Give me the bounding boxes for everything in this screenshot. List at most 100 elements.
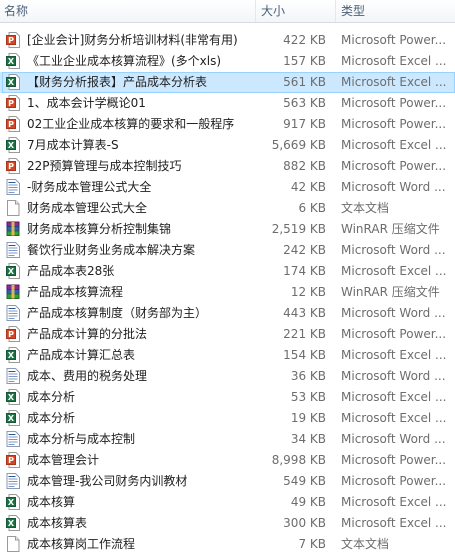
- file-size: 174 KB: [283, 264, 326, 278]
- file-name: 《工业企业成本核算流程》(多个xls): [27, 54, 222, 68]
- file-size: 19 KB: [290, 411, 326, 425]
- file-row[interactable]: P 1、成本会计学概论01 563 KB Microsoft Power...: [0, 93, 455, 114]
- file-row[interactable]: X 《工业企业成本核算流程》(多个xls) 157 KB Microsoft Exce…: [0, 51, 455, 72]
- powerpoint-file-icon: P: [6, 158, 20, 174]
- file-row[interactable]: P 成本管理会计 8,998 KB Microsoft Power...: [0, 450, 455, 471]
- winrar-archive-icon: [6, 221, 20, 237]
- file-size: 300 KB: [283, 516, 326, 530]
- file-size: 34 KB: [290, 432, 326, 446]
- svg-text:X: X: [8, 351, 15, 360]
- file-name: 1、成本会计学概论01: [27, 96, 146, 110]
- file-row[interactable]: 财务成本管理公式大全 6 KB 文本文档: [0, 198, 455, 219]
- file-type: Microsoft Excel ...: [341, 411, 447, 425]
- file-name: 成本、费用的税务处理: [27, 369, 148, 383]
- excel-file-icon: X: [6, 389, 20, 405]
- file-size: 561 KB: [283, 75, 326, 89]
- file-type: Microsoft Power...: [341, 474, 447, 488]
- file-type: Microsoft Word ...: [341, 243, 446, 257]
- file-name: 成本分析: [27, 411, 76, 425]
- word-file-icon: [6, 473, 20, 489]
- column-header-size[interactable]: 大小: [261, 3, 285, 19]
- word-file-icon: [6, 242, 20, 258]
- file-row[interactable]: 餐饮行业财务业务成本解决方案 242 KB Microsoft Word ...: [0, 240, 455, 261]
- file-type: Microsoft Excel ...: [341, 138, 447, 152]
- file-name: 产品成本计算汇总表: [27, 348, 136, 362]
- file-name: [企业会计]财务分析培训材料(非常有用): [27, 33, 238, 47]
- file-name: 财务成本管理公式大全: [27, 201, 148, 215]
- file-type: Microsoft Excel ...: [341, 390, 447, 404]
- svg-text:P: P: [8, 36, 14, 45]
- file-row[interactable]: 成本分析与成本控制 34 KB Microsoft Word ...: [0, 429, 455, 450]
- excel-file-icon: X: [6, 347, 20, 363]
- file-size: 154 KB: [283, 348, 326, 362]
- file-row[interactable]: -财务成本管理公式大全 42 KB Microsoft Word ...: [0, 177, 455, 198]
- file-size: 917 KB: [283, 117, 326, 131]
- file-type: Microsoft Excel ...: [341, 54, 447, 68]
- excel-file-icon: X: [6, 515, 20, 531]
- text-file-icon: [6, 536, 20, 552]
- file-list: P [企业会计]财务分析培训材料(非常有用) 422 KB Microsoft Pow…: [0, 30, 455, 555]
- file-name: -财务成本管理公式大全: [27, 180, 152, 194]
- file-size: 36 KB: [290, 369, 326, 383]
- column-divider[interactable]: [255, 0, 256, 22]
- column-header-name[interactable]: 名称: [4, 3, 28, 19]
- word-file-icon: [6, 179, 20, 195]
- file-row[interactable]: P [企业会计]财务分析培训材料(非常有用) 422 KB Microsoft Pow…: [0, 30, 455, 51]
- file-size: 443 KB: [283, 306, 326, 320]
- file-row[interactable]: X 产品成本计算汇总表 154 KB Microsoft Excel ...: [0, 345, 455, 366]
- file-row[interactable]: P 22P预算管理与成本控制技巧 882 KB Microsoft Power...: [0, 156, 455, 177]
- svg-text:X: X: [8, 57, 15, 66]
- excel-file-icon: X: [6, 137, 20, 153]
- file-row[interactable]: X 成本分析 53 KB Microsoft Excel ...: [0, 387, 455, 408]
- file-size: 53 KB: [290, 390, 326, 404]
- svg-text:X: X: [8, 78, 15, 87]
- file-row[interactable]: X 成本分析 19 KB Microsoft Excel ...: [0, 408, 455, 429]
- file-name: 财务成本核算分析控制集锦: [27, 222, 172, 236]
- file-size: 42 KB: [290, 180, 326, 194]
- file-name: 成本核算岗工作流程: [27, 537, 136, 551]
- file-name: 成本核算表: [27, 516, 88, 530]
- powerpoint-file-icon: P: [6, 32, 20, 48]
- file-row[interactable]: X 产品成本表28张 174 KB Microsoft Excel ...: [0, 261, 455, 282]
- file-type: WinRAR 压缩文件: [341, 285, 440, 299]
- file-type: Microsoft Word ...: [341, 180, 446, 194]
- file-row[interactable]: 财务成本核算分析控制集锦 2,519 KB WinRAR 压缩文件: [0, 219, 455, 240]
- file-type: Microsoft Power...: [341, 33, 447, 47]
- file-name: 餐饮行业财务业务成本解决方案: [27, 243, 196, 257]
- file-row[interactable]: 产品成本核算制度（财务部为主） 443 KB Microsoft Word ...: [0, 303, 455, 324]
- file-size: 242 KB: [283, 243, 326, 257]
- file-row[interactable]: 产品成本核算流程 12 KB WinRAR 压缩文件: [0, 282, 455, 303]
- file-name: 产品成本表28张: [27, 264, 115, 278]
- file-type: Microsoft Power...: [341, 96, 447, 110]
- excel-file-icon: X: [6, 494, 20, 510]
- file-name: 成本管理会计: [27, 453, 100, 467]
- file-type: Microsoft Excel ...: [341, 75, 447, 89]
- file-row[interactable]: X 7月成本计算表-S 5,669 KB Microsoft Excel ...: [0, 135, 455, 156]
- file-type: Microsoft Power...: [341, 453, 447, 467]
- column-divider[interactable]: [335, 0, 336, 22]
- file-row[interactable]: X 【财务分析报表】产品成本分析表 561 KB Microsoft Excel ..…: [0, 72, 455, 93]
- file-size: 882 KB: [283, 159, 326, 173]
- file-type: WinRAR 压缩文件: [341, 222, 440, 236]
- file-row[interactable]: P 02工业企业成本核算的要求和一般程序 917 KB Microsoft Power…: [0, 114, 455, 135]
- excel-file-icon: X: [6, 74, 20, 90]
- file-row[interactable]: 成本、费用的税务处理 36 KB Microsoft Word ...: [0, 366, 455, 387]
- text-file-icon: [6, 200, 20, 216]
- file-row[interactable]: 成本管理-我公司财务内训教材 549 KB Microsoft Power...: [0, 471, 455, 492]
- powerpoint-file-icon: P: [6, 452, 20, 468]
- file-row[interactable]: X 成本核算 49 KB Microsoft Excel ...: [0, 492, 455, 513]
- file-row[interactable]: X 成本核算表 300 KB Microsoft Excel ...: [0, 513, 455, 534]
- svg-text:X: X: [8, 519, 15, 528]
- file-name: 产品成本计算的分批法: [27, 327, 148, 341]
- file-size: 563 KB: [283, 96, 326, 110]
- file-type: Microsoft Power...: [341, 327, 447, 341]
- file-row[interactable]: P 产品成本计算的分批法 221 KB Microsoft Power...: [0, 324, 455, 345]
- word-file-icon: [6, 431, 20, 447]
- svg-text:P: P: [8, 120, 14, 129]
- file-size: 49 KB: [290, 495, 326, 509]
- svg-text:P: P: [8, 456, 14, 465]
- file-name: 02工业企业成本核算的要求和一般程序: [27, 117, 235, 131]
- file-row[interactable]: 成本核算岗工作流程 7 KB 文本文档: [0, 534, 455, 555]
- column-header-type[interactable]: 类型: [341, 3, 365, 19]
- powerpoint-file-icon: P: [6, 116, 20, 132]
